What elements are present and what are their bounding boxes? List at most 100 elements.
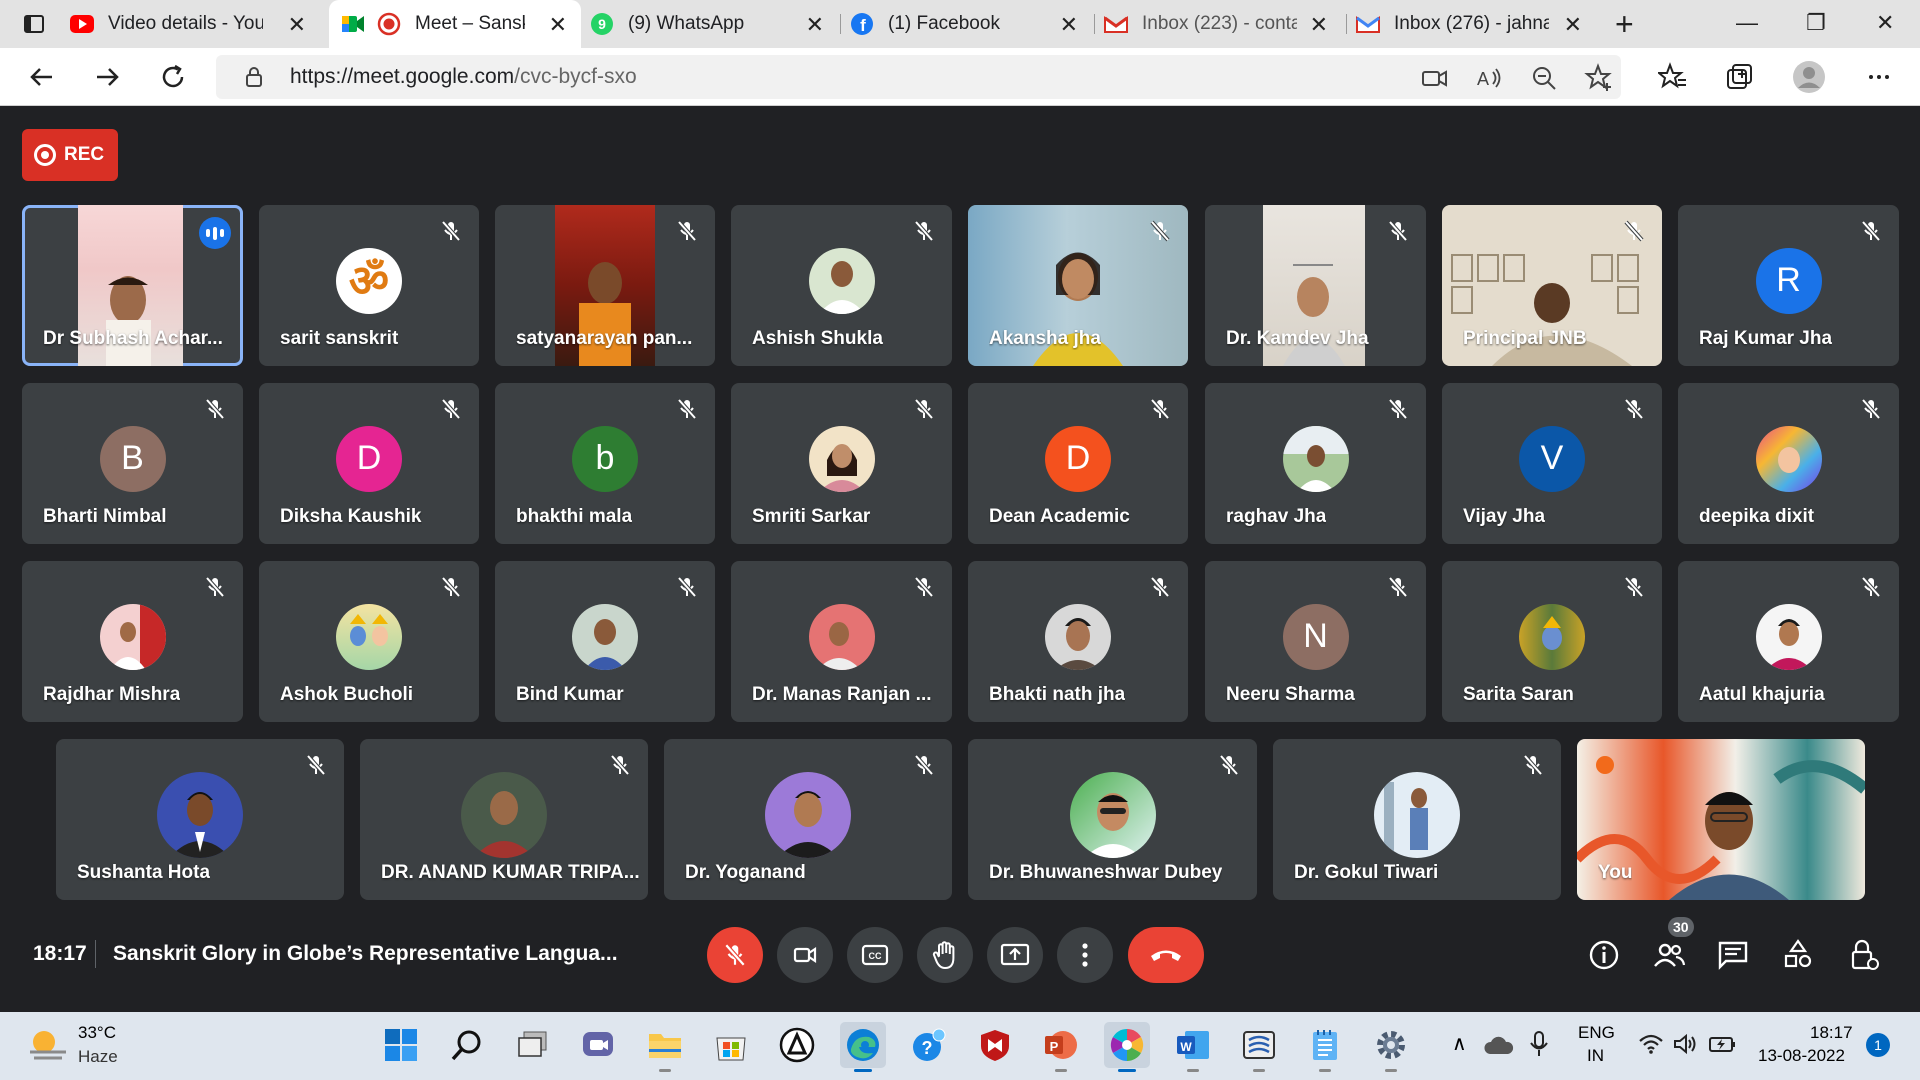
wifi-icon[interactable] [1638, 1033, 1664, 1055]
more-menu-icon[interactable] [1864, 62, 1894, 92]
participant-tile[interactable]: V Vijay Jha [1442, 383, 1662, 544]
participant-tile[interactable]: Bhakti nath jha [968, 561, 1188, 722]
teams-chat-button[interactable] [576, 1022, 622, 1068]
recording-badge[interactable]: REC [22, 129, 118, 181]
participant-tile[interactable]: Ashok Bucholi [259, 561, 479, 722]
battery-charging-icon[interactable] [1708, 1033, 1738, 1055]
add-favorite-icon[interactable] [1584, 63, 1614, 93]
participant-tile[interactable]: Dr. Manas Ranjan ... [731, 561, 952, 722]
participant-tile[interactable]: Dr. Yoganand [664, 739, 952, 900]
participant-tile[interactable]: Sarita Saran [1442, 561, 1662, 722]
participant-tile[interactable]: DR. ANAND KUMAR TRIPA... [360, 739, 648, 900]
participant-tile[interactable]: satyanarayan pan... [495, 205, 715, 366]
close-icon[interactable]: ✕ [1310, 12, 1328, 38]
participant-tile[interactable]: Aatul khajuria [1678, 561, 1899, 722]
close-window-button[interactable]: ✕ [1876, 10, 1894, 36]
taskbar-clock-date[interactable]: 13-08-2022 [1758, 1046, 1845, 1066]
tab-gmail-1[interactable]: Inbox (223) - contact ✕ [1104, 0, 1342, 48]
network-app-button[interactable] [1236, 1022, 1282, 1072]
raise-hand-button[interactable] [917, 927, 973, 983]
camera-app-button[interactable] [1104, 1022, 1150, 1072]
participant-tile[interactable]: raghav Jha [1205, 383, 1426, 544]
participant-tile[interactable]: Dr. Kamdev Jha [1205, 205, 1426, 366]
input-language[interactable]: ENG [1578, 1023, 1615, 1043]
participant-tile[interactable]: b bhakthi mala [495, 383, 715, 544]
favorites-icon[interactable] [1658, 62, 1688, 92]
chat-icon[interactable] [1716, 938, 1750, 972]
close-icon[interactable]: ✕ [1564, 12, 1582, 38]
participant-tile[interactable]: Sushanta Hota [56, 739, 344, 900]
profile-avatar-icon[interactable] [1792, 60, 1826, 94]
show-hidden-icons-button[interactable]: ∧ [1452, 1031, 1467, 1056]
participant-tile[interactable]: Dr Subhash Achar... [22, 205, 243, 366]
volume-icon[interactable] [1672, 1033, 1698, 1055]
collections-icon[interactable] [1724, 62, 1754, 92]
word-button[interactable]: W [1170, 1022, 1216, 1072]
help-app-button[interactable]: ? [906, 1022, 952, 1068]
task-view-button[interactable] [510, 1022, 556, 1068]
store-button[interactable] [708, 1022, 754, 1068]
zoom-out-icon[interactable] [1529, 63, 1559, 93]
participant-tile[interactable]: D Dean Academic [968, 383, 1188, 544]
participant-tile[interactable]: D Diksha Kaushik [259, 383, 479, 544]
close-icon[interactable]: ✕ [288, 12, 306, 38]
onedrive-cloud-icon[interactable] [1484, 1034, 1514, 1056]
notification-center-badge[interactable]: 1 [1866, 1033, 1890, 1057]
address-bar[interactable]: https://meet.google.com/cvc-bycf-sxo A [216, 55, 1621, 99]
people-icon[interactable] [1652, 938, 1686, 972]
camera-toggle-button[interactable] [777, 927, 833, 983]
start-button[interactable] [378, 1022, 424, 1068]
tab-actions-icon[interactable] [22, 12, 46, 36]
microphone-in-use-icon[interactable] [1528, 1030, 1550, 1058]
participant-tile[interactable]: N Neeru Sharma [1205, 561, 1426, 722]
mic-toggle-button[interactable] [707, 927, 763, 983]
self-view-tile[interactable]: You [1577, 739, 1865, 900]
read-aloud-icon[interactable]: A [1474, 63, 1504, 93]
leave-call-button[interactable] [1128, 927, 1204, 983]
close-icon[interactable]: ✕ [549, 12, 567, 38]
participant-tile[interactable]: Akansha jha [968, 205, 1188, 366]
activities-icon[interactable] [1781, 938, 1815, 972]
captions-button[interactable]: CC [847, 927, 903, 983]
meeting-details-icon[interactable] [1587, 938, 1621, 972]
host-controls-icon[interactable] [1847, 938, 1881, 972]
participant-tile[interactable]: ॐ sarit sanskrit [259, 205, 479, 366]
tab-facebook[interactable]: f (1) Facebook ✕ [850, 0, 1092, 48]
participant-tile[interactable]: Principal JNB [1442, 205, 1662, 366]
notepad-button[interactable] [1302, 1022, 1348, 1072]
tab-youtube[interactable]: Video details - YouTube ✕ [70, 0, 320, 48]
present-screen-button[interactable] [987, 927, 1043, 983]
back-icon[interactable] [27, 62, 57, 92]
participant-tile[interactable]: Rajdhar Mishra [22, 561, 243, 722]
new-tab-button[interactable]: + [1615, 6, 1634, 43]
participant-tile[interactable]: Dr. Gokul Tiwari [1273, 739, 1561, 900]
forward-icon[interactable] [92, 62, 122, 92]
participant-tile[interactable]: Smriti Sarkar [731, 383, 952, 544]
close-icon[interactable]: ✕ [806, 12, 824, 38]
tab-whatsapp[interactable]: 9 (9) WhatsApp ✕ [590, 0, 838, 48]
refresh-icon[interactable] [158, 62, 188, 92]
file-explorer-button[interactable] [642, 1022, 688, 1072]
tab-google-meet[interactable]: Meet – Sanskrit ✕ [329, 0, 581, 48]
participant-tile[interactable]: Dr. Bhuwaneshwar Dubey [968, 739, 1257, 900]
app-button[interactable] [774, 1022, 820, 1068]
participant-tile[interactable]: deepika dixit [1678, 383, 1899, 544]
participant-tile[interactable]: Bind Kumar [495, 561, 715, 722]
participant-tile[interactable]: B Bharti Nimbal [22, 383, 243, 544]
more-options-button[interactable] [1057, 927, 1113, 983]
camera-permission-icon[interactable] [1419, 63, 1449, 93]
mcafee-button[interactable] [972, 1022, 1018, 1068]
lock-icon[interactable] [244, 66, 264, 88]
taskbar-search-button[interactable] [444, 1022, 490, 1068]
participant-tile[interactable]: R Raj Kumar Jha [1678, 205, 1899, 366]
edge-browser-button[interactable] [840, 1022, 886, 1072]
restore-button[interactable]: ❐ [1806, 10, 1826, 36]
settings-button[interactable] [1368, 1022, 1414, 1072]
participant-tile[interactable]: Ashish Shukla [731, 205, 952, 366]
powerpoint-button[interactable]: P [1038, 1022, 1084, 1072]
taskbar-clock-time[interactable]: 18:17 [1810, 1023, 1853, 1043]
weather-haze-icon[interactable] [26, 1026, 70, 1066]
tab-gmail-2[interactable]: Inbox (276) - jahnavi ✕ [1356, 0, 1596, 48]
minimize-button[interactable]: — [1736, 10, 1758, 36]
input-region[interactable]: IN [1587, 1046, 1604, 1066]
